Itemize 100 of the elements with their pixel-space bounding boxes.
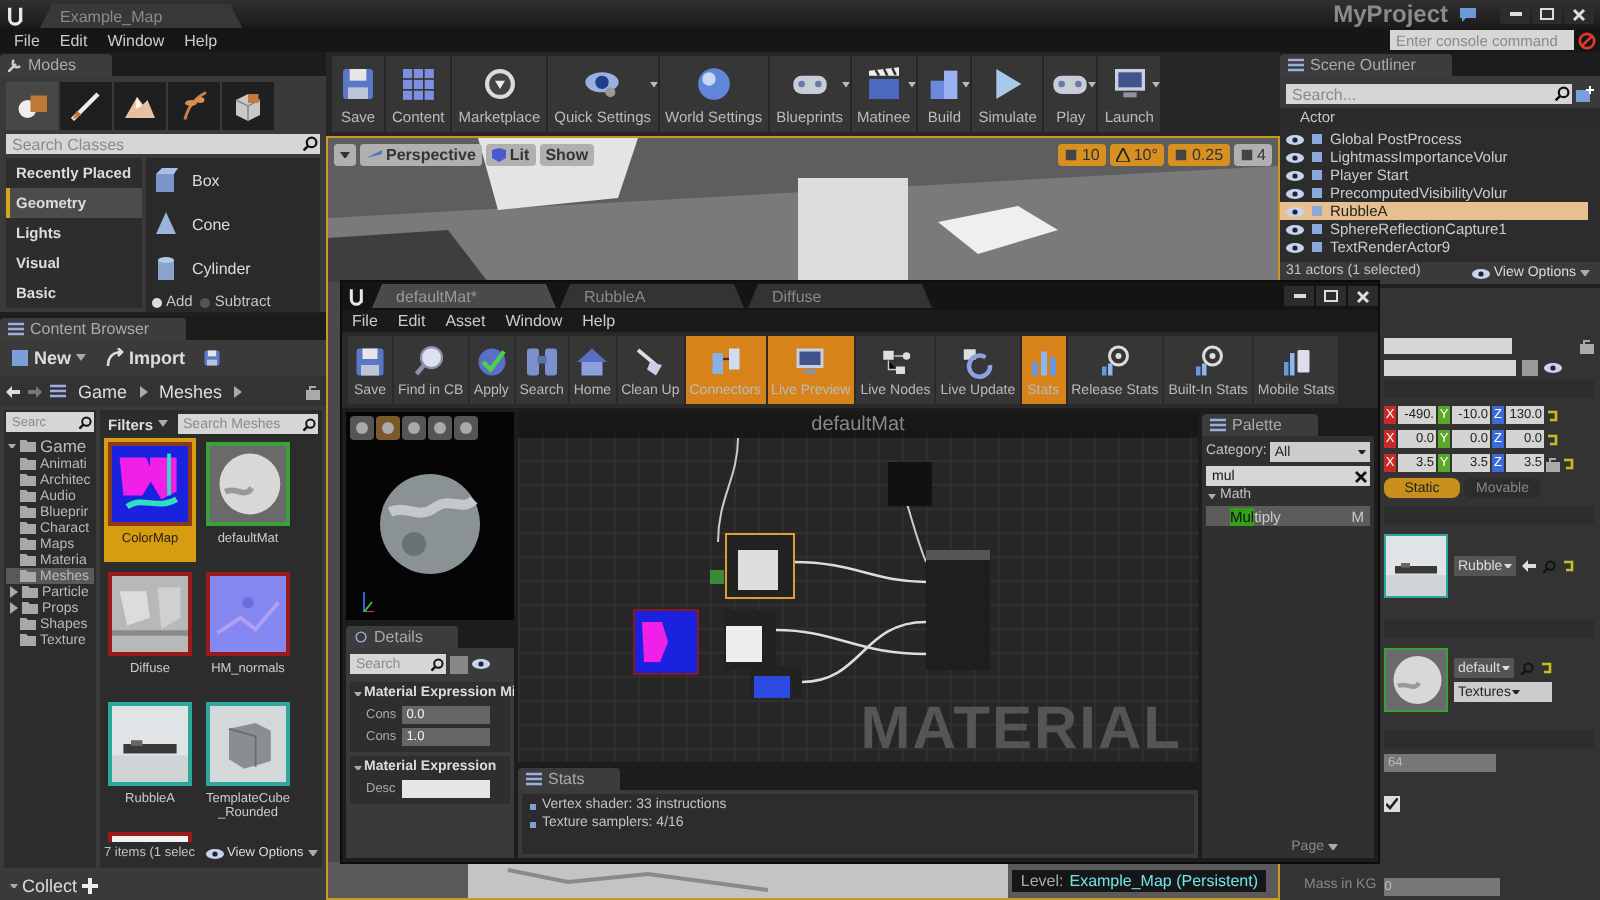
chat-icon	[1460, 7, 1476, 21]
snap-button[interactable]: 4	[1233, 144, 1272, 166]
radio-button[interactable]	[152, 297, 162, 307]
viewport-menu-button[interactable]	[334, 144, 356, 166]
panel-tab[interactable]: Content Browser	[0, 318, 186, 340]
globe-icon	[693, 63, 734, 103]
caret-icon	[10, 883, 18, 889]
panel-title: Scene Outliner	[1310, 56, 1416, 74]
magnifier-icon	[354, 630, 368, 644]
eye-icon	[1471, 267, 1490, 279]
minimize-button[interactable]	[1500, 4, 1530, 24]
panel-tab[interactable]: Scene Outliner	[1280, 54, 1452, 76]
list-icon	[526, 772, 542, 786]
menu-item[interactable]: File	[4, 31, 50, 49]
search-icon	[302, 136, 318, 152]
menu-item[interactable]: Edit	[49, 31, 98, 49]
menu-item[interactable]: Asset	[435, 312, 496, 330]
list-icon	[8, 322, 24, 336]
lighting-button[interactable]: Lit	[485, 144, 536, 166]
panel-title: Details	[374, 628, 423, 646]
close-button[interactable]	[1348, 286, 1378, 306]
document-tab[interactable]: Diffuse	[748, 284, 932, 308]
cube-icon	[491, 148, 506, 162]
search-field[interactable]	[1384, 338, 1512, 354]
search-icon	[430, 657, 444, 671]
caret-icon	[1151, 82, 1160, 88]
import-button[interactable]: Import	[101, 348, 190, 368]
snap-button[interactable]: 10°	[1109, 144, 1164, 166]
wire	[717, 438, 739, 543]
menu-item[interactable]: Edit	[387, 312, 436, 330]
bullet-icon	[530, 804, 536, 810]
menu-item[interactable]: Window	[495, 312, 573, 330]
caret-icon	[1208, 494, 1216, 500]
plus-icon	[81, 878, 98, 894]
menu-item[interactable]: File	[342, 312, 388, 330]
mode-tab[interactable]	[6, 82, 58, 130]
document-tab[interactable]: RubbleA	[560, 284, 744, 308]
snap-button[interactable]: 0.25	[1167, 144, 1230, 166]
document-icon	[10, 348, 30, 368]
minimize-button[interactable]	[1284, 286, 1314, 306]
level-label: Level:	[1020, 871, 1064, 890]
list-icon	[50, 384, 66, 398]
search-icon	[1520, 661, 1535, 675]
list-icon	[1210, 418, 1226, 432]
place-item[interactable]: Cylinder	[146, 246, 320, 290]
number-field[interactable]	[401, 780, 490, 798]
graph-node	[926, 550, 990, 670]
reset-icon	[1562, 560, 1575, 572]
path-segment[interactable]: Meshes	[155, 381, 227, 401]
chevron-icon	[234, 385, 243, 397]
panel-tab[interactable]: Modes	[0, 54, 113, 76]
minimize-icon	[1509, 12, 1521, 16]
scale-icon	[1173, 148, 1188, 162]
eye-icon	[1544, 362, 1562, 374]
caret-icon	[354, 691, 362, 697]
radio-button[interactable]	[200, 297, 211, 307]
target-icon	[1190, 343, 1227, 379]
panel-title: Palette	[1232, 416, 1282, 434]
refresh-icon	[959, 343, 996, 379]
caret-icon	[157, 420, 168, 428]
checkbox[interactable]	[1384, 796, 1400, 812]
mode-tab[interactable]	[114, 82, 166, 130]
mode-tab[interactable]	[60, 82, 112, 130]
cube-icon	[428, 416, 452, 440]
mode-tab[interactable]	[168, 82, 220, 130]
sphere-icon	[376, 416, 400, 440]
triangle-icon	[1115, 148, 1130, 162]
tree-item[interactable]: Game	[6, 436, 94, 456]
path-segment[interactable]: Game	[74, 381, 132, 401]
mode-tab[interactable]	[222, 82, 274, 130]
maximize-button[interactable]	[1532, 4, 1562, 24]
menu-item[interactable]: Help	[174, 31, 228, 49]
magnifier-icon	[412, 343, 449, 379]
maximize-icon	[1540, 8, 1554, 20]
search-icon	[1554, 86, 1570, 102]
close-icon	[1572, 7, 1586, 21]
search-field[interactable]	[1384, 360, 1516, 376]
collections-button[interactable]: Collect	[6, 876, 102, 896]
panel-tab[interactable]: Details	[346, 626, 459, 648]
close-button[interactable]	[1564, 4, 1594, 24]
cube-icon	[230, 88, 266, 124]
menu-item[interactable]: Help	[572, 312, 626, 330]
menu-item[interactable]: Window	[97, 31, 175, 49]
wrench-icon	[8, 58, 22, 72]
bullet-icon	[530, 822, 536, 828]
new-button[interactable]: New	[6, 348, 90, 368]
place-item[interactable]: Box	[146, 158, 320, 202]
grid-icon	[1063, 148, 1078, 162]
panel-tab[interactable]: Palette	[1202, 414, 1318, 436]
panel-tab[interactable]: Stats	[518, 768, 621, 790]
search-icon	[78, 415, 92, 429]
clear-icon	[1354, 469, 1368, 483]
view-mode-button[interactable]: Perspective	[360, 144, 482, 166]
camera-icon	[366, 150, 382, 160]
logo-icon	[6, 3, 28, 25]
show-button[interactable]: Show	[539, 144, 595, 166]
caret-icon	[1502, 665, 1511, 671]
snap-button[interactable]: 10	[1057, 144, 1106, 166]
place-item[interactable]: Cone	[146, 202, 320, 246]
maximize-button[interactable]	[1316, 286, 1346, 306]
